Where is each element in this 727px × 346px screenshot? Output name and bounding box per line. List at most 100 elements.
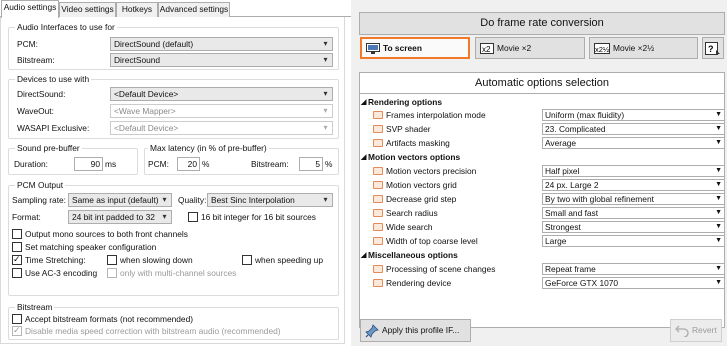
option-value-select[interactable]: Large ▼ xyxy=(542,235,724,247)
pcm-label: PCM: xyxy=(17,39,38,49)
wasapi-device-select[interactable]: <Default Device> ▾ xyxy=(110,121,333,135)
tab-video-settings[interactable]: Video settings xyxy=(59,2,116,17)
option-row: Search radius Small and fast ▼ xyxy=(360,207,724,219)
sampling-rate-label: Sampling rate: xyxy=(12,195,66,205)
max-latency-group: Max latency (in % of pre-buffer) PCM: 20… xyxy=(144,143,339,175)
option-value-select[interactable]: Uniform (max fluidity) ▼ xyxy=(542,109,724,121)
option-value-select[interactable]: Average ▼ xyxy=(542,137,724,149)
time-stretching-checkbox[interactable]: ✓ Time Stretching: xyxy=(12,254,86,266)
movie-x2-button[interactable]: x2 Movie ×2 xyxy=(475,37,585,59)
option-icon xyxy=(373,209,383,217)
duration-unit: ms xyxy=(105,159,117,169)
checkbox-box[interactable] xyxy=(188,212,198,222)
latency-bitstream-input[interactable]: 5 xyxy=(299,157,323,171)
tab-advanced-settings[interactable]: Advanced settings xyxy=(158,2,230,17)
frame-rate-conversion-button[interactable]: Do frame rate conversion xyxy=(359,12,725,35)
tab-hotkeys[interactable]: Hotkeys xyxy=(116,2,158,17)
options-tree: ◢ Rendering options Frames interpolation … xyxy=(359,94,725,328)
option-value: Uniform (max fluidity) xyxy=(545,110,625,120)
group-title: PCM Output xyxy=(15,180,66,190)
movie-x2-5-button[interactable]: x2½ Movie ×2½ xyxy=(589,37,698,59)
option-value: Strongest xyxy=(545,222,581,232)
ac3-encoding-checkbox[interactable]: Use AC-3 encoding xyxy=(12,267,97,279)
option-value: GeForce GTX 1070 xyxy=(545,278,619,288)
pcm-output-group: PCM Output Sampling rate: Same as input … xyxy=(8,180,339,296)
option-value-select[interactable]: Repeat frame ▼ xyxy=(542,263,724,275)
tab-audio-settings[interactable]: Audio settings xyxy=(1,0,59,18)
option-label: Decrease grid step xyxy=(386,194,457,204)
option-icon xyxy=(373,279,383,287)
checkbox-box[interactable] xyxy=(12,268,22,278)
option-label: Rendering device xyxy=(386,278,452,288)
multichannel-only-checkbox[interactable]: only with multi-channel sources xyxy=(107,267,236,279)
group-title: Max latency (in % of pre-buffer) xyxy=(148,143,269,153)
speeding-up-checkbox[interactable]: when speeding up xyxy=(242,254,323,266)
chevron-down-icon: ▾ xyxy=(162,212,167,221)
accept-bitstream-checkbox[interactable]: Accept bitstream formats (not recommende… xyxy=(12,313,193,325)
bitstream-interface-select[interactable]: DirectSound ▾ xyxy=(110,53,333,67)
int16-checkbox[interactable]: 16 bit integer for 16 bit sources xyxy=(188,211,316,223)
checkbox-box[interactable] xyxy=(107,255,117,265)
revert-button[interactable]: Revert xyxy=(670,319,722,342)
chevron-down-icon: ▼ xyxy=(715,209,722,216)
disable-speed-correction-checkbox[interactable]: ✓ Disable media speed correction with bit… xyxy=(12,325,281,337)
chevron-down-icon: ▼ xyxy=(715,195,722,202)
apply-profile-button[interactable]: Apply this profile IF... xyxy=(360,319,471,342)
option-value-select[interactable]: 24 px. Large 2 ▼ xyxy=(542,179,724,191)
checkbox-box[interactable] xyxy=(12,242,22,252)
option-value-select[interactable]: Strongest ▼ xyxy=(542,221,724,233)
option-value: 23. Complicated xyxy=(545,124,606,134)
option-row: Rendering device GeForce GTX 1070 ▼ xyxy=(360,277,724,289)
checkbox-box[interactable] xyxy=(242,255,252,265)
duration-input[interactable]: 90 xyxy=(74,157,103,171)
section-miscellaneous-options[interactable]: ◢ Miscellaneous options xyxy=(360,250,724,261)
collapse-icon[interactable]: ◢ xyxy=(361,152,367,163)
pcm-interface-select[interactable]: DirectSound (default) ▾ xyxy=(110,37,333,51)
sampling-rate-select[interactable]: Same as input (default) ▾ xyxy=(68,193,172,207)
waveout-device-select[interactable]: <Wave Mapper> ▾ xyxy=(110,104,333,118)
checkmark-icon: ✓ xyxy=(13,325,21,335)
option-row: Frames interpolation mode Uniform (max f… xyxy=(360,109,724,121)
option-label: SVP shader xyxy=(386,124,431,134)
help-button[interactable]: ? xyxy=(702,37,724,59)
chevron-down-icon: ▼ xyxy=(715,265,722,272)
checkbox-box[interactable]: ✓ xyxy=(12,325,22,336)
pcm-interface-value: DirectSound (default) xyxy=(114,39,194,49)
option-value-select[interactable]: Half pixel ▼ xyxy=(542,165,724,177)
slowing-down-checkbox[interactable]: when slowing down xyxy=(107,254,193,266)
option-label: Processing of scene changes xyxy=(386,264,496,274)
option-value-select[interactable]: 23. Complicated ▼ xyxy=(542,123,724,135)
format-select[interactable]: 24 bit int padded to 32 ▾ xyxy=(68,210,172,224)
mono-to-front-checkbox[interactable]: Output mono sources to both front channe… xyxy=(12,228,188,240)
checkbox-box[interactable]: ✓ xyxy=(12,254,22,265)
option-label: Wide search xyxy=(386,222,433,232)
section-rendering-options[interactable]: ◢ Rendering options xyxy=(360,97,724,108)
to-screen-button[interactable]: To screen xyxy=(360,37,470,59)
directsound-device-select[interactable]: <Default Device> ▾ xyxy=(110,87,333,101)
quality-select[interactable]: Best Sinc Interpolation ▾ xyxy=(207,193,333,207)
section-motion-vectors-options[interactable]: ◢ Motion vectors options xyxy=(360,152,724,163)
checkbox-box[interactable] xyxy=(12,229,22,239)
option-value-select[interactable]: GeForce GTX 1070 ▼ xyxy=(542,277,724,289)
collapse-icon[interactable]: ◢ xyxy=(361,97,367,108)
pin-icon xyxy=(365,324,379,338)
option-row: Artifacts masking Average ▼ xyxy=(360,137,724,149)
checkbox-box[interactable] xyxy=(12,314,22,324)
option-row: Width of top coarse level Large ▼ xyxy=(360,235,724,247)
checkbox-box[interactable] xyxy=(107,268,117,278)
option-value-select[interactable]: By two with global refinement ▼ xyxy=(542,193,724,205)
group-title: Bitstream xyxy=(15,302,55,312)
option-value: Small and fast xyxy=(545,208,599,218)
duration-label: Duration: xyxy=(14,159,48,169)
speaker-config-checkbox[interactable]: Set matching speaker configuration xyxy=(12,241,156,253)
audio-settings-panel: Audio Interfaces to use for PCM: DirectS… xyxy=(0,17,345,344)
option-label: Width of top coarse level xyxy=(386,236,478,246)
latency-pcm-input[interactable]: 20 xyxy=(177,157,200,171)
format-value: 24 bit int padded to 32 xyxy=(72,212,155,222)
frame-rate-panel: Do frame rate conversion To screen x2 Mov… xyxy=(357,0,727,346)
chevron-down-icon: ▾ xyxy=(323,89,328,98)
option-icon xyxy=(373,265,383,273)
speeding-up-label: when speeding up xyxy=(255,255,323,265)
option-value-select[interactable]: Small and fast ▼ xyxy=(542,207,724,219)
collapse-icon[interactable]: ◢ xyxy=(361,250,367,261)
